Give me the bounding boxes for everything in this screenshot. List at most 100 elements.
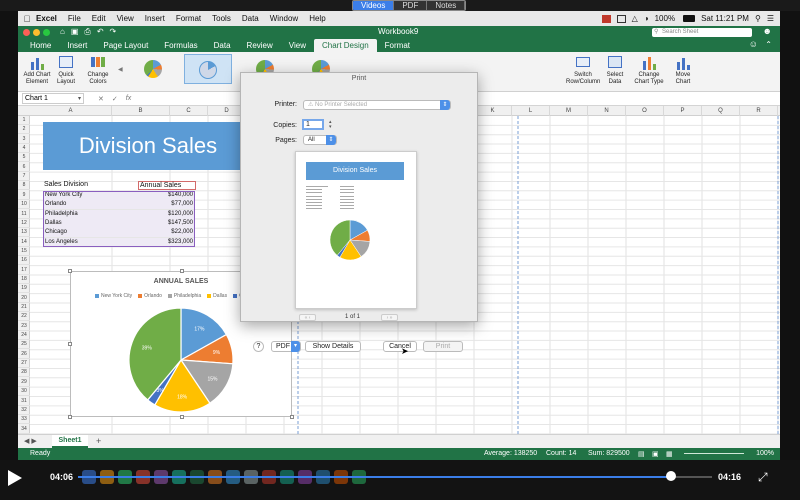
column-header[interactable]: L (512, 106, 550, 116)
row-header[interactable]: 1 (18, 116, 30, 125)
row-header[interactable]: 22 (18, 312, 30, 322)
copies-input[interactable]: 1 (302, 119, 324, 130)
tab-insert[interactable]: Insert (59, 41, 95, 52)
menu-app-name[interactable]: Excel (36, 14, 64, 23)
undo-icon[interactable]: ↶ (97, 27, 104, 37)
copies-stepper[interactable]: ▴ ▾ (329, 120, 332, 130)
menu-window[interactable]: Window (270, 14, 305, 23)
seek-knob[interactable] (665, 471, 676, 481)
tab-page-layout[interactable]: Page Layout (95, 41, 156, 52)
column-header[interactable]: K (474, 106, 512, 116)
help-button[interactable]: ? (253, 341, 264, 352)
record-icon[interactable] (601, 14, 611, 23)
row-header[interactable]: 24 (18, 331, 30, 341)
column-header[interactable]: O (626, 106, 664, 116)
sheet-tab-sheet1[interactable]: Sheet1 (52, 435, 88, 448)
row-header[interactable]: 16 (18, 256, 30, 266)
row-header[interactable]: 30 (18, 387, 30, 397)
resize-handle-n[interactable] (180, 269, 184, 273)
chevron-up-icon[interactable]: ⌃ (765, 40, 772, 49)
row-header[interactable]: 5 (18, 153, 30, 163)
pdf-menu-button[interactable]: PDF ▾ (271, 341, 301, 352)
wifi-icon[interactable]: ◑ (644, 14, 649, 23)
home-icon[interactable]: ⌂ (60, 27, 65, 37)
resize-handle-nw[interactable] (68, 269, 72, 273)
resize-handle-sw[interactable] (68, 415, 72, 419)
printer-select[interactable]: ⚠ No Printer Selected ⇕ (303, 100, 451, 110)
page-break-view-icon[interactable]: ▦ (666, 450, 673, 458)
quick-layout-button[interactable]: Quick Layout (54, 54, 78, 86)
print-icon[interactable]: ⎙ (84, 27, 90, 37)
column-header[interactable]: A (30, 106, 112, 116)
row-header[interactable]: 31 (18, 397, 30, 406)
search-sheet-input[interactable]: ⚲ Search Sheet (652, 28, 752, 37)
menu-file[interactable]: File (68, 14, 88, 23)
select-data-button[interactable]: Select Data (604, 54, 626, 86)
sheet-nav-arrows-icon[interactable]: ◀ ▶ (24, 437, 37, 445)
column-header[interactable]: S (778, 106, 780, 116)
check-icon[interactable]: ✓ (112, 95, 118, 103)
chart-style-thumb-1[interactable] (130, 54, 178, 84)
fullscreen-icon[interactable]: ⤢ (758, 470, 768, 485)
menu-view[interactable]: View (117, 14, 141, 23)
menu-format[interactable]: Format (176, 14, 208, 23)
change-colors-button[interactable]: Change Colors (84, 54, 112, 86)
resize-handle-s[interactable] (180, 415, 184, 419)
row-header[interactable]: 29 (18, 378, 30, 387)
menu-edit[interactable]: Edit (92, 14, 113, 23)
menu-tools[interactable]: Tools (212, 14, 238, 23)
column-header[interactable]: Q (702, 106, 740, 116)
menu-list-icon[interactable]: ☰ (767, 14, 774, 23)
row-header[interactable]: 8 (18, 181, 30, 191)
row-header[interactable]: 28 (18, 368, 30, 378)
row-header[interactable]: 26 (18, 350, 30, 359)
zoom-slider[interactable] (684, 453, 744, 454)
play-icon[interactable] (8, 470, 22, 486)
add-sheet-icon[interactable]: + (96, 436, 101, 446)
column-header[interactable]: N (588, 106, 626, 116)
tab-data[interactable]: Data (206, 41, 239, 52)
row-header[interactable]: 11 (18, 210, 30, 219)
column-header[interactable]: R (740, 106, 778, 116)
row-header[interactable]: 2 (18, 125, 30, 135)
minimize-window-icon[interactable] (33, 28, 40, 36)
normal-view-icon[interactable]: ▤ (638, 450, 645, 458)
next-last-page-button[interactable]: › » (381, 314, 398, 321)
row-header[interactable]: 12 (18, 219, 30, 228)
tab-pdf[interactable]: PDF (394, 1, 428, 10)
cancel-button[interactable]: Cancel (383, 341, 417, 352)
apple-icon[interactable]:  (18, 14, 36, 24)
switch-row-column-button[interactable]: Switch Row/Column (566, 54, 600, 86)
move-chart-button[interactable]: Move Chart (672, 54, 694, 86)
tab-format[interactable]: Format (377, 41, 418, 52)
row-header[interactable]: 32 (18, 406, 30, 415)
seek-track[interactable] (78, 476, 712, 478)
zoom-window-icon[interactable] (43, 28, 50, 36)
row-header[interactable]: 27 (18, 359, 30, 369)
redo-icon[interactable]: ↷ (110, 27, 117, 37)
row-header[interactable]: 20 (18, 294, 30, 303)
first-prev-page-button[interactable]: « ‹ (299, 314, 316, 321)
column-header[interactable]: P (664, 106, 702, 116)
cancel-x-icon[interactable]: ✕ (98, 95, 104, 103)
clock[interactable]: Sat 11:21 PM (701, 14, 749, 23)
page-layout-view-icon[interactable]: ▣ (652, 450, 659, 458)
row-header[interactable]: 6 (18, 163, 30, 172)
column-header[interactable]: M (550, 106, 588, 116)
pages-select[interactable]: All ⇕ (303, 135, 337, 145)
tab-home[interactable]: Home (22, 41, 59, 52)
row-header[interactable]: 18 (18, 275, 30, 284)
name-box[interactable]: Chart 1 ▾ (22, 93, 84, 104)
menu-insert[interactable]: Insert (145, 14, 172, 23)
battery-icon[interactable] (683, 15, 696, 22)
zoom-level[interactable]: 100% (756, 450, 774, 457)
tab-notes[interactable]: Notes (427, 1, 466, 10)
row-header[interactable]: 14 (18, 238, 30, 247)
menu-help[interactable]: Help (309, 14, 332, 23)
menu-data[interactable]: Data (242, 14, 266, 23)
tab-videos[interactable]: Videos (353, 1, 395, 10)
row-header[interactable]: 17 (18, 266, 30, 275)
row-header[interactable]: 33 (18, 415, 30, 425)
airplay-icon[interactable]: △ (632, 14, 638, 23)
display-icon[interactable] (616, 14, 626, 23)
